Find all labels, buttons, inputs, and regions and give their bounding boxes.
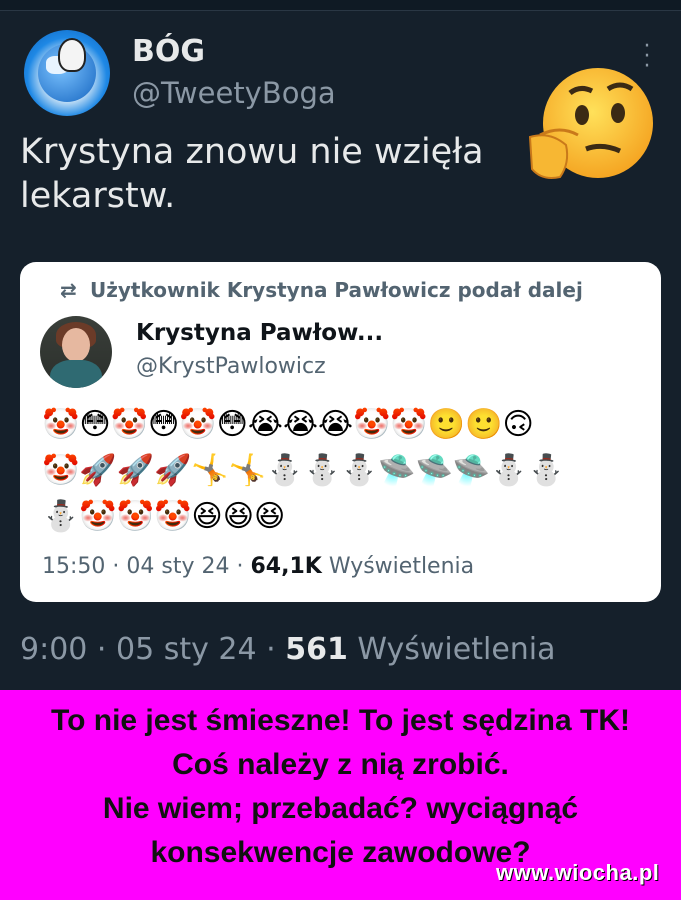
emoji-row: 🤡🚀🚀🚀🤸🤸⛄⛄⛄🛸🛸🛸⛄⛄ (42, 453, 565, 488)
separator-dot: · (266, 632, 286, 667)
emoji-block: 🤡😳🤡😳🤡😳😭😭😭🤡🤡🙂🙂🙃 🤡🚀🚀🚀🤸🤸⛄⛄⛄🛸🛸🛸⛄⛄ ⛄🤡🤡🤡😆😆😆 (42, 402, 642, 540)
thinking-face-icon (528, 68, 653, 179)
watermark: www.wiocha.pl (496, 860, 660, 885)
top-divider (0, 0, 681, 11)
avatar-face (62, 328, 90, 362)
retweet-label-row: ⇄ Użytkownik Krystyna Pawłowicz podał da… (60, 278, 583, 302)
author-handle[interactable]: @TweetyBoga (132, 76, 336, 110)
emoji-row: 🤡😳🤡😳🤡😳😭😭😭🤡🤡🙂🙂🙃 (42, 407, 534, 442)
separator-dot: · (236, 554, 251, 579)
tweet-time[interactable]: 9:00 (20, 632, 87, 667)
tweet-date[interactable]: 05 sty 24 (116, 632, 257, 667)
tweet-text-line: lekarstw. (20, 176, 176, 216)
tweet-text: Krystyna znowu nie wzięła lekarstw. (20, 130, 520, 218)
quoted-date[interactable]: 04 sty 24 (126, 554, 229, 579)
quoted-tweet-card[interactable]: ⇄ Użytkownik Krystyna Pawłowicz podał da… (20, 262, 661, 602)
quoted-views-label: Wyświetlenia (328, 554, 475, 579)
tweet-text-line: Krystyna znowu nie wzięła (20, 132, 484, 172)
author-avatar[interactable] (24, 30, 110, 116)
tweet-views-label: Wyświetlenia (357, 632, 556, 667)
tweet-meta: 9:00 · 05 sty 24 · 561 Wyświetlenia (20, 632, 556, 667)
quoted-author-avatar[interactable] (40, 316, 112, 388)
author-name[interactable]: BÓG (132, 34, 205, 69)
banner-line-2: Coś należy z nią zrobić. (172, 748, 509, 781)
quoted-views-count: 64,1K (250, 554, 322, 579)
quoted-author-handle[interactable]: @KrystPawlowicz (136, 354, 326, 379)
quoted-author-name[interactable]: Krystyna Pawłow... (136, 320, 383, 346)
emoji-row: ⛄🤡🤡🤡😆😆😆 (42, 499, 286, 534)
separator-dot: · (96, 632, 116, 667)
god-figure-icon (58, 38, 86, 72)
retweet-label: Użytkownik Krystyna Pawłowicz podał dale… (90, 278, 583, 302)
avatar-body (50, 360, 102, 388)
banner-line-1: To nie jest śmieszne! To jest sędzina TK… (50, 704, 630, 737)
separator-dot: · (112, 554, 127, 579)
quoted-time[interactable]: 15:50 (42, 554, 105, 579)
quoted-meta: 15:50 · 04 sty 24 · 64,1K Wyświetlenia (42, 554, 474, 579)
retweet-icon: ⇄ (60, 278, 77, 302)
banner-line-3: Nie wiem; przebadać? wyciągnąć (102, 792, 579, 825)
tweet-views-count: 561 (285, 632, 348, 667)
